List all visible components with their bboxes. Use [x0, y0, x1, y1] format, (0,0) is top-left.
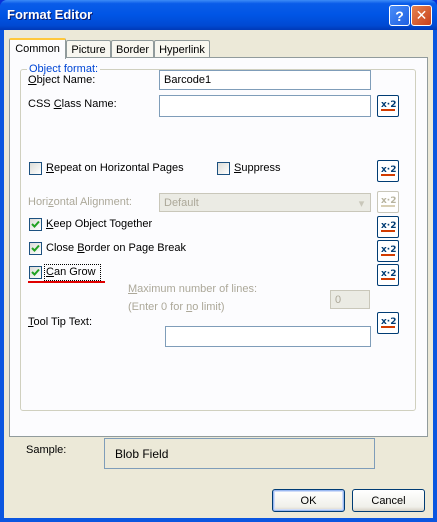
halign-label: Horizontal Alignment: [28, 196, 132, 208]
tab-common-label: Common [15, 43, 60, 55]
tab-common[interactable]: Common [9, 38, 66, 59]
can-grow-checkbox[interactable] [29, 266, 42, 279]
close-icon: ✕ [415, 7, 428, 23]
css-class-label: CSS Class Name: [28, 98, 117, 110]
svg-text:x·2: x·2 [381, 100, 397, 110]
keep-together-label: Keep Object Together [46, 218, 153, 230]
check-icon [31, 268, 40, 276]
suppress-checkbox[interactable] [217, 162, 230, 175]
repeat-label: Repeat on Horizontal Pages [46, 162, 184, 174]
formula-xy2-icon: x·2 [381, 221, 397, 232]
tab-hyperlink[interactable]: Hyperlink [154, 40, 210, 57]
tab-border[interactable]: Border [111, 40, 154, 57]
tooltip-label: Tool Tip Text: [28, 316, 92, 328]
keep-together-checkbox[interactable] [29, 218, 42, 231]
halign-value: Default [164, 197, 199, 209]
object-format-group: Object format: [20, 63, 416, 411]
max-lines-hint: (Enter 0 for no limit) [128, 301, 225, 313]
svg-text:x·2: x·2 [381, 221, 397, 231]
formula-xy2-icon: x·2 [381, 317, 397, 328]
format-editor-window: Format Editor ? ✕ Common Picture Border … [0, 0, 437, 522]
close-border-checkbox[interactable] [29, 242, 42, 255]
svg-text:x·2: x·2 [381, 269, 397, 279]
close-border-label: Close Border on Page Break [46, 242, 187, 254]
object-name-label: Object Name: [28, 74, 96, 86]
suppress-label: Suppress [234, 162, 281, 174]
check-icon [31, 244, 40, 252]
tab-hyperlink-label: Hyperlink [159, 44, 205, 56]
title-bar: Format Editor ? ✕ [0, 0, 437, 30]
sample-preview: Blob Field [104, 438, 375, 469]
tab-picture[interactable]: Picture [66, 40, 111, 57]
css-class-input[interactable] [159, 95, 371, 117]
max-lines-label: Maximum number of lines: [128, 283, 257, 295]
halign-select[interactable]: Default ▾ [159, 193, 371, 212]
formula-xy2-icon: x·2 [381, 269, 397, 280]
chevron-down-icon: ▾ [354, 195, 369, 211]
can-grow-formula-button[interactable]: x·2 [377, 264, 399, 286]
object-name-input[interactable]: Barcode1 [159, 70, 371, 90]
halign-formula-button: x·2 [377, 191, 399, 213]
close-button[interactable]: ✕ [411, 5, 432, 26]
check-icon [31, 220, 40, 228]
help-icon: ? [395, 7, 404, 24]
svg-text:x·2: x·2 [381, 196, 397, 206]
cancel-button[interactable]: Cancel [352, 489, 425, 512]
formula-xy2-icon: x·2 [381, 196, 397, 207]
can-grow-red-underline [28, 281, 105, 283]
formula-xy2-icon: x·2 [381, 245, 397, 256]
tooltip-input[interactable] [165, 326, 371, 347]
close-border-formula-button[interactable]: x·2 [377, 240, 399, 262]
window-title: Format Editor [7, 7, 93, 22]
ok-button[interactable]: OK [272, 489, 345, 512]
repeat-checkbox[interactable] [29, 162, 42, 175]
formula-xy2-icon: x·2 [381, 100, 397, 111]
tooltip-formula-button[interactable]: x·2 [377, 312, 399, 334]
max-lines-input[interactable]: 0 [330, 290, 370, 309]
tab-picture-label: Picture [71, 44, 106, 56]
css-class-formula-button[interactable]: x·2 [377, 95, 399, 117]
dialog-client: Common Picture Border Hyperlink Object f… [4, 30, 433, 518]
can-grow-label: Can Grow [46, 266, 96, 278]
tab-border-label: Border [115, 44, 150, 56]
keep-together-formula-button[interactable]: x·2 [377, 216, 399, 238]
sample-label: Sample: [26, 444, 67, 456]
svg-text:x·2: x·2 [381, 165, 397, 175]
suppress-formula-button[interactable]: x·2 [377, 160, 399, 182]
help-button[interactable]: ? [389, 5, 410, 26]
formula-xy2-icon: x·2 [381, 165, 397, 176]
svg-text:x·2: x·2 [381, 317, 397, 327]
svg-text:x·2: x·2 [381, 245, 397, 255]
